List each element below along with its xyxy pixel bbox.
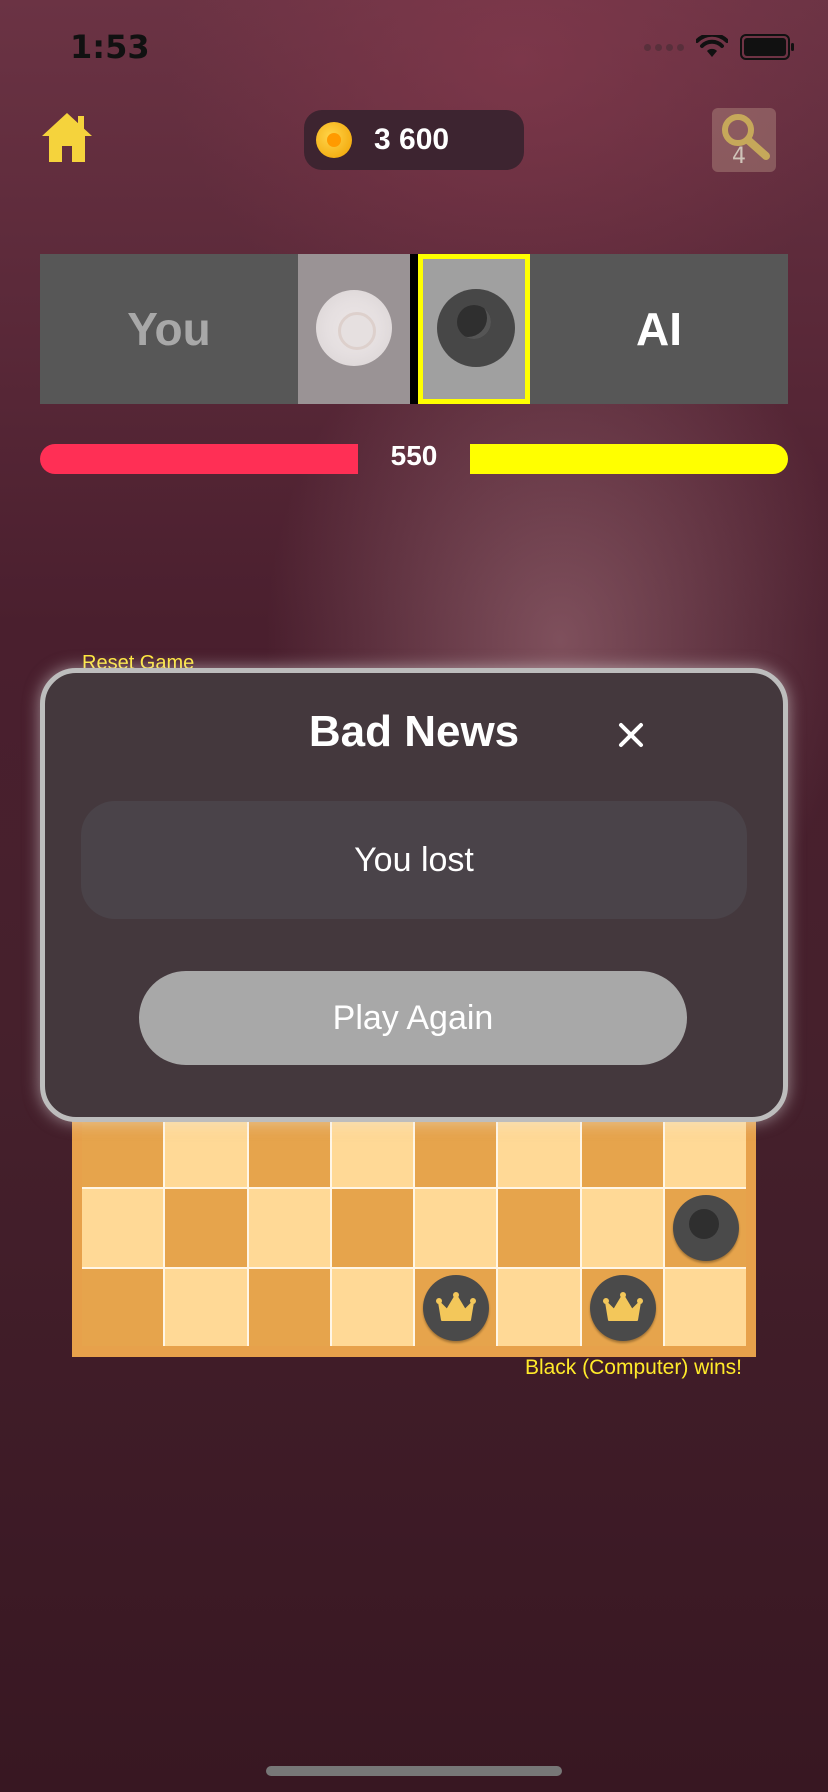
coin-balance: 3 600 [304, 110, 524, 170]
score-value: 550 [390, 440, 438, 471]
board-cell[interactable] [82, 1189, 164, 1267]
board-cell[interactable] [498, 1189, 580, 1267]
board-cell[interactable] [165, 1268, 247, 1346]
board-cell[interactable] [415, 1268, 497, 1346]
player-ai-label: AI [636, 303, 682, 355]
white-piece-indicator [298, 254, 410, 404]
home-icon [42, 113, 92, 162]
players-divider [410, 254, 418, 404]
board-cell[interactable] [248, 1189, 330, 1267]
player-you-panel: You [40, 254, 298, 404]
game-result-text: Black (Computer) wins! [524, 1356, 742, 1379]
you-score-bar [40, 444, 358, 474]
board-cell[interactable] [581, 1268, 663, 1346]
board-grid [82, 1110, 746, 1346]
board-cell[interactable] [82, 1268, 164, 1346]
board-cell[interactable] [664, 1189, 746, 1267]
ai-score-bar [470, 444, 788, 474]
coin-amount: 3 600 [374, 123, 450, 156]
home-button[interactable] [40, 110, 94, 166]
modal-title: Bad News [308, 707, 520, 756]
status-time: 1:53 [70, 28, 150, 66]
black-king-piece[interactable] [423, 1274, 489, 1341]
signal-icon [644, 43, 684, 51]
coin-icon [316, 122, 352, 158]
hint-count: 4 [732, 144, 746, 169]
play-again-button[interactable]: Play Again [139, 971, 687, 1065]
board-cell[interactable] [331, 1268, 413, 1346]
board-cell[interactable] [498, 1268, 580, 1346]
board-cell[interactable] [664, 1268, 746, 1346]
checkers-board [72, 1110, 756, 1357]
board-cell[interactable] [415, 1189, 497, 1267]
battery-icon [740, 34, 794, 60]
result-modal: Bad News You lost Play Again [40, 668, 788, 1122]
player-you-label: You [127, 303, 211, 355]
black-king-piece[interactable] [589, 1274, 656, 1341]
player-ai-panel: AI [530, 254, 788, 404]
modal-close-button[interactable] [611, 715, 651, 755]
black-piece[interactable] [672, 1195, 739, 1262]
result-message-box: You lost [81, 801, 747, 919]
board-cell[interactable] [331, 1189, 413, 1267]
result-message: You lost [354, 840, 474, 879]
close-icon [619, 723, 643, 747]
wifi-icon [696, 35, 728, 57]
board-cell[interactable] [248, 1268, 330, 1346]
crown-icon [602, 1291, 643, 1321]
black-piece-indicator-active [418, 254, 530, 404]
play-again-label: Play Again [332, 998, 494, 1037]
board-cell[interactable] [165, 1189, 247, 1267]
white-piece-icon [316, 290, 392, 366]
board-cell[interactable] [581, 1189, 663, 1267]
hint-button[interactable]: 4 [712, 108, 776, 172]
crown-icon [436, 1291, 476, 1321]
status-icons [644, 34, 794, 60]
home-indicator[interactable] [266, 1766, 562, 1776]
black-piece-icon [437, 289, 515, 367]
